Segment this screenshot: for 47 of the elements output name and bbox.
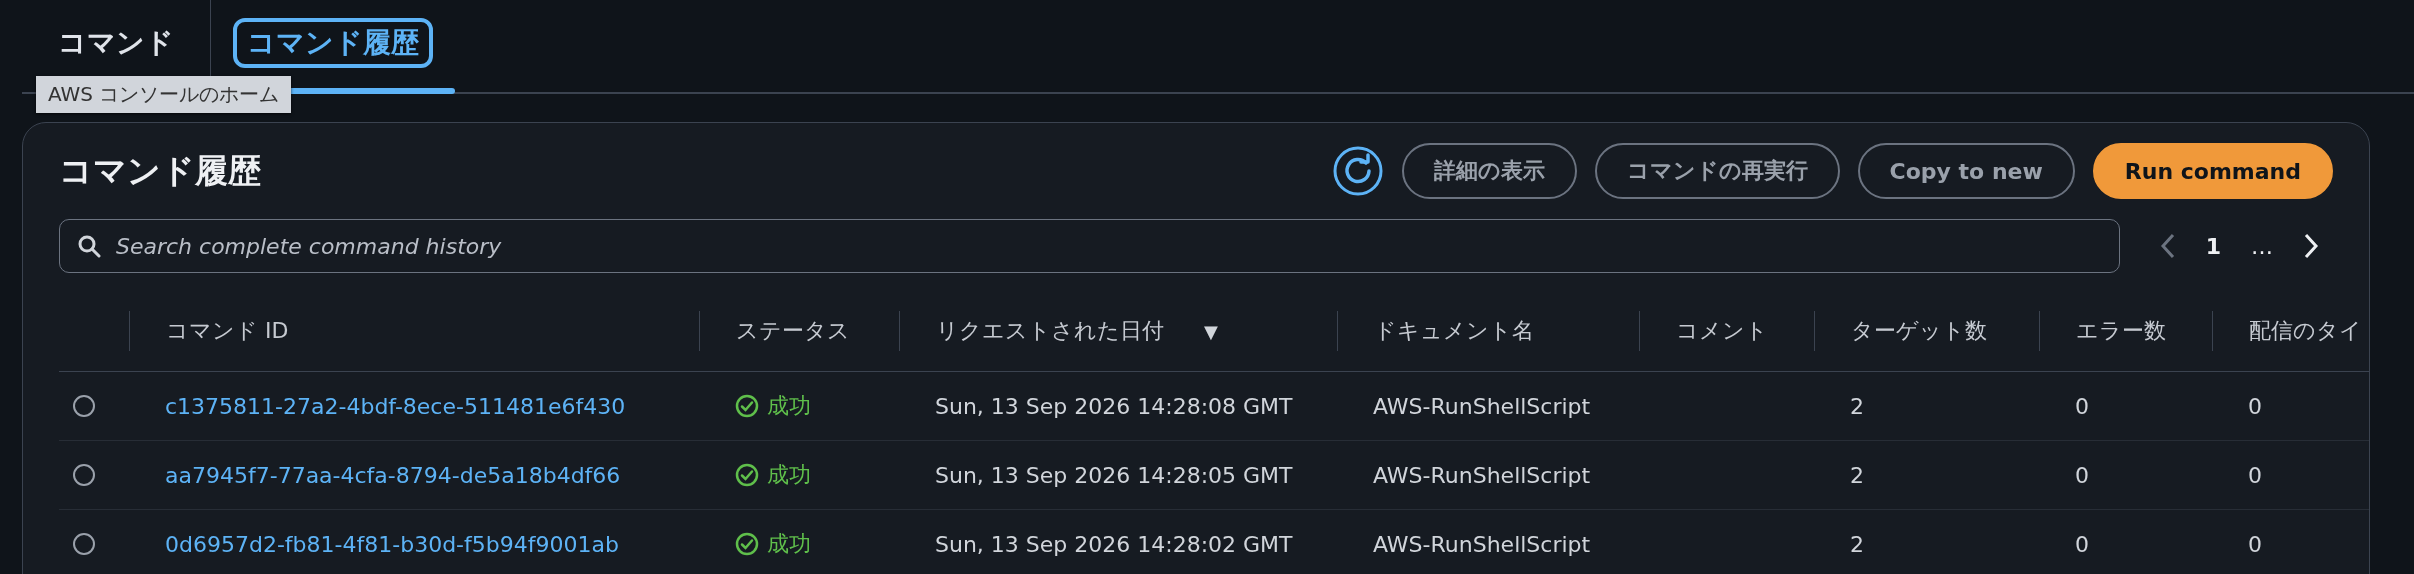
tooltip: AWS コンソールのホーム: [36, 76, 292, 113]
column-header[interactable]: リクエストされた日付: [936, 316, 1164, 346]
table-cell-text: 2: [1849, 393, 1865, 419]
table-cell-text: AWS-RunShellScript: [1372, 531, 1592, 557]
row-radio[interactable]: [73, 464, 95, 486]
table-cell-text: 0: [2074, 462, 2090, 488]
panel-title: コマンド履歴: [59, 149, 262, 192]
page-button[interactable]: 1: [2205, 233, 2221, 259]
table-cell-text: 2: [1849, 531, 1865, 557]
table-cell-text: Sun, 13 Sep 2026 14:28:08 GMT: [934, 393, 1294, 419]
sort-icon[interactable]: ▼: [1204, 320, 1218, 342]
search-field[interactable]: Search complete command history: [59, 219, 2120, 273]
command-id-link[interactable]: aa7945f7-77aa-4cfa-8794-de5a18b4df66: [129, 462, 699, 488]
tab[interactable]: コマンド履歴: [233, 18, 433, 68]
table-cell-text: 0: [2247, 462, 2263, 488]
status-text: 成功: [767, 530, 811, 558]
search-icon: [77, 234, 101, 258]
column-header[interactable]: ターゲット数: [1851, 316, 1987, 346]
column-header[interactable]: エラー数: [2076, 316, 2166, 346]
action-button[interactable]: Copy to new: [1857, 143, 2075, 199]
table-cell-text: 0: [2074, 393, 2090, 419]
command-id-link[interactable]: c1375811-27a2-4bdf-8ece-511481e6f430: [129, 393, 699, 419]
table-cell-text: AWS-RunShellScript: [1372, 393, 1592, 419]
column-header[interactable]: ドキュメント名: [1374, 316, 1534, 346]
action-button[interactable]: コマンドの再実行: [1594, 143, 1840, 199]
column-header[interactable]: コメント: [1676, 316, 1768, 346]
table-cell-text: Sun, 13 Sep 2026 14:28:02 GMT: [934, 531, 1294, 557]
row-radio[interactable]: [73, 395, 95, 417]
tab[interactable]: コマンド: [44, 18, 188, 68]
table-cell-text: 0: [2247, 531, 2263, 557]
column-header[interactable]: コマンド ID: [166, 316, 289, 346]
row-radio[interactable]: [73, 533, 95, 555]
table-cell-text: 0: [2074, 531, 2090, 557]
table-cell-text: Sun, 13 Sep 2026 14:28:05 GMT: [934, 462, 1294, 488]
next-page-icon[interactable]: [2303, 233, 2319, 259]
table-cell-text: AWS-RunShellScript: [1372, 462, 1592, 488]
table-cell-text: 2: [1849, 462, 1865, 488]
status-text: 成功: [767, 461, 811, 489]
command-id-link[interactable]: 0d6957d2-fb81-4f81-b30d-f5b94f9001ab: [129, 531, 699, 557]
column-header[interactable]: 配信のタイ: [2249, 316, 2362, 346]
page-button[interactable]: …: [2251, 233, 2273, 259]
refresh-icon[interactable]: [1331, 145, 1384, 197]
table-cell-text: 0: [2247, 393, 2263, 419]
primary-button[interactable]: Run command: [2092, 143, 2333, 199]
column-header[interactable]: ステータス: [736, 316, 850, 346]
status-text: 成功: [767, 392, 811, 420]
action-button[interactable]: 詳細の表示: [1401, 143, 1577, 199]
